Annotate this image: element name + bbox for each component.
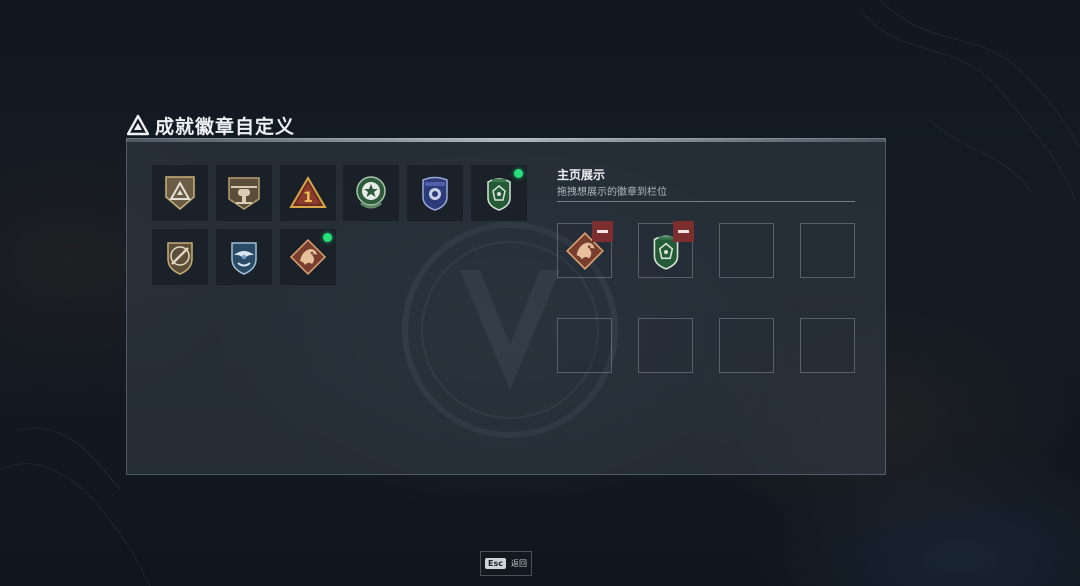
showcase-slot-6[interactable] bbox=[638, 318, 693, 373]
minus-icon bbox=[678, 230, 689, 233]
new-badge-indicator bbox=[323, 233, 332, 242]
showcase-slot-5[interactable] bbox=[557, 318, 612, 373]
svg-text:1: 1 bbox=[303, 190, 313, 206]
badge-slot[interactable] bbox=[343, 165, 399, 221]
page-title: 成就徽章自定义 bbox=[155, 115, 296, 138]
remove-badge-button[interactable] bbox=[673, 221, 694, 242]
showcase-title: 主页展示 bbox=[557, 168, 606, 182]
rifle-shield-badge-icon bbox=[167, 242, 193, 275]
remove-badge-button[interactable] bbox=[592, 221, 613, 242]
badge-slot[interactable] bbox=[152, 229, 208, 285]
badge-slot[interactable]: 1 bbox=[280, 165, 336, 221]
triangle-logo-icon bbox=[127, 114, 149, 136]
blue-police-shield-badge-icon bbox=[422, 176, 448, 211]
panel-top-border bbox=[126, 138, 886, 142]
triangle-emblem-badge-icon bbox=[165, 176, 195, 210]
badge-slot[interactable] bbox=[216, 165, 272, 221]
showcase-slot-8[interactable] bbox=[800, 318, 855, 373]
green-star-badge-icon bbox=[356, 176, 386, 209]
back-label: 返回 bbox=[510, 559, 527, 568]
showcase-divider bbox=[557, 201, 855, 202]
bronze-dragon-badge-icon bbox=[289, 238, 327, 276]
back-button[interactable]: Esc 返回 bbox=[480, 551, 532, 576]
showcase-slot-4[interactable] bbox=[800, 223, 855, 278]
minus-icon bbox=[597, 230, 608, 233]
new-badge-indicator bbox=[514, 169, 523, 178]
showcase-slot-2[interactable] bbox=[638, 221, 694, 278]
showcase-slot-7[interactable] bbox=[719, 318, 774, 373]
badge-slot[interactable] bbox=[407, 165, 463, 221]
badge-slot[interactable] bbox=[152, 165, 208, 221]
showcase-hint: 拖拽想展示的徽章到栏位 bbox=[557, 187, 667, 198]
blue-eagle-shield-badge-icon bbox=[231, 242, 257, 275]
number-one-triangle-badge-icon: 1 bbox=[289, 176, 327, 208]
badge-slot[interactable] bbox=[216, 229, 272, 285]
helicopter-badge-icon bbox=[228, 177, 260, 210]
showcase-slot-1[interactable] bbox=[557, 221, 613, 278]
page-header: 成就徽章自定义 bbox=[127, 112, 295, 138]
esc-key-icon: Esc bbox=[485, 558, 506, 569]
green-crest-shield-badge-icon bbox=[487, 178, 511, 211]
showcase-slot-3[interactable] bbox=[719, 223, 774, 278]
badge-slot[interactable] bbox=[280, 229, 336, 285]
badge-slot[interactable] bbox=[471, 165, 527, 221]
